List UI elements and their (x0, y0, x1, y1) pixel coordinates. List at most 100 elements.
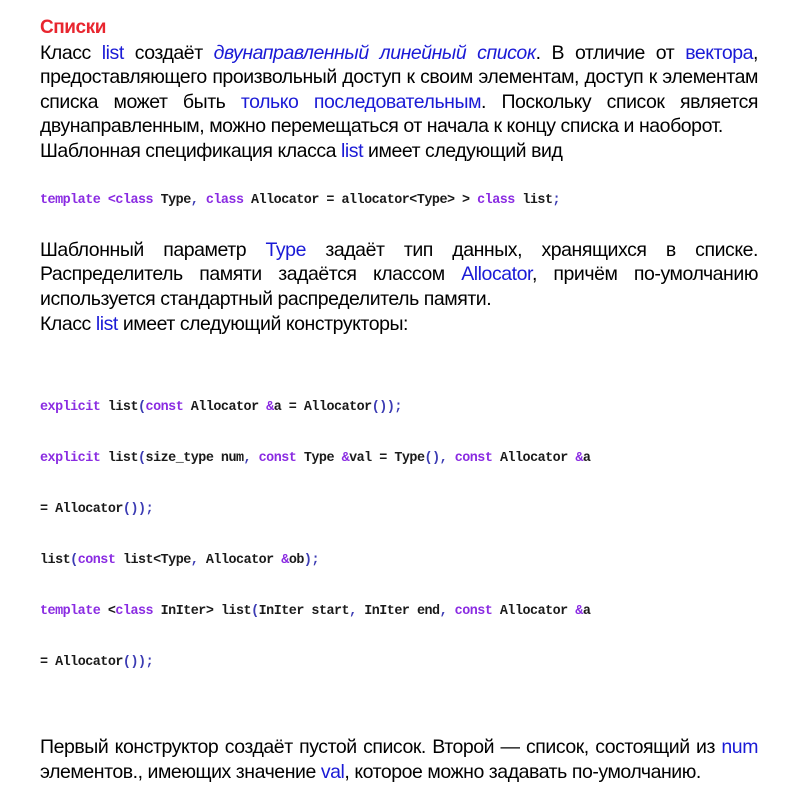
code-token: list (220, 603, 252, 619)
code-punct: ) (130, 654, 139, 670)
code-keyword: class (477, 193, 515, 209)
code-punct: ; (145, 654, 154, 670)
code-punct: , (349, 603, 357, 619)
text: имеет следующий вид (363, 139, 563, 162)
code-punct: ) (138, 501, 146, 517)
code-token: Type (160, 552, 192, 568)
code-keyword: const (77, 552, 116, 568)
code-operator: & (575, 603, 583, 619)
code-punct: ; (145, 501, 154, 517)
code-punct: ( (138, 450, 146, 466)
text: создаёт (123, 41, 214, 64)
code-keyword: class (115, 603, 154, 619)
code-ident: Allocator = allocator<Type> > (243, 193, 478, 209)
code-token: InIter (258, 603, 305, 619)
constructors-intro-paragraph: Класс list имеет следующий конструкторы: (40, 312, 758, 337)
code-token: Type (303, 450, 335, 466)
code-punct: ; (552, 193, 561, 209)
code-punct: ; (311, 552, 319, 568)
code-line: list(const list<Type, Allocator &ob); (40, 552, 758, 569)
code-punct: ( (138, 399, 146, 415)
code-punct: ) (130, 501, 139, 517)
code-keyword: const (454, 603, 493, 619)
code-punct: ( (251, 603, 259, 619)
document-page: Списки Класс list создаёт двунаправленны… (40, 16, 758, 785)
code-operator: & (266, 399, 274, 415)
code-keyword: class (115, 193, 154, 209)
code-punct: ) (379, 399, 387, 415)
code-token: Type (394, 450, 425, 466)
text: . В отличие от (535, 41, 686, 64)
code-punct: , (190, 193, 206, 209)
code-token: > (205, 603, 214, 619)
code-token: Allocator (205, 552, 274, 568)
code-token: a (582, 450, 591, 466)
code-punct: ( (70, 552, 78, 568)
section-title: Списки (40, 17, 106, 38)
code-punct: , (243, 450, 252, 466)
text: Класс (40, 41, 102, 64)
code-token: size_type (145, 450, 214, 466)
code-line: template <class InIter> list(InIter star… (40, 603, 758, 620)
code-token: Allocator (499, 603, 568, 619)
outro-paragraph: Первый конструктор создаёт пустой список… (40, 735, 758, 784)
code-keyword: const (145, 399, 184, 415)
text: элементов., имеющих значение (40, 760, 321, 783)
term-allocator: Allocator (461, 263, 532, 286)
term-type: Type (265, 238, 307, 261)
code-punct: < (100, 193, 116, 209)
code-token: Allocator (55, 654, 123, 670)
code-token: list (107, 399, 139, 415)
term-list: list (95, 312, 118, 335)
code-punct: ; (394, 399, 402, 415)
code-token: < (153, 552, 161, 568)
code-keyword: explicit (40, 450, 101, 466)
text: Шаблонный параметр (40, 238, 266, 261)
term-val: val (320, 760, 345, 783)
code-token: Allocator (55, 501, 123, 517)
code-token: Allocator (499, 450, 568, 466)
text: Шаблонная спецификация класса (40, 139, 342, 162)
code-ident: list (514, 193, 553, 209)
code-line: = Allocator()); (40, 501, 758, 518)
code-punct: ) (138, 654, 146, 670)
code-operator: & (575, 450, 583, 466)
code-operator: & (341, 450, 350, 466)
code-token: num (220, 450, 244, 466)
code-keyword: template (40, 193, 101, 209)
constructors-code: explicit list(const Allocator &a = Alloc… (40, 365, 758, 705)
code-token: Allocator (303, 399, 372, 415)
code-line: = Allocator()); (40, 654, 758, 671)
text: Класс (40, 312, 96, 335)
code-punct: ) (432, 450, 440, 466)
code-token: InIter (160, 603, 207, 619)
term-list: list (101, 41, 124, 64)
code-keyword: template (40, 603, 101, 619)
code-ident: Type (153, 193, 192, 209)
code-punct: ( (122, 654, 131, 670)
text: Первый конструктор создаёт пустой список… (40, 736, 722, 759)
code-line: explicit list(size_type num, const Type … (40, 450, 758, 467)
